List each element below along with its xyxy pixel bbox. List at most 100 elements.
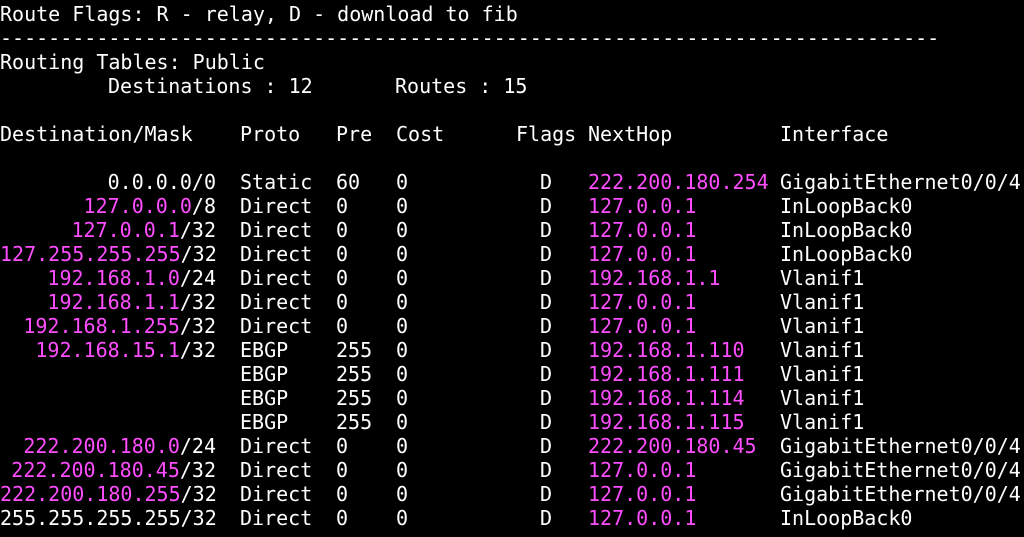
cost-cell: 0: [396, 170, 409, 194]
mask-length: /32: [179, 290, 216, 314]
destination-ip: 192.168.15.1: [35, 338, 180, 362]
flags-cell: D: [540, 170, 553, 194]
interface-cell: Vlanif1: [780, 314, 865, 338]
interface-cell: Vlanif1: [780, 266, 865, 290]
proto-cell: Direct: [240, 242, 313, 266]
flags-cell: D: [540, 266, 553, 290]
proto-cell: Direct: [240, 194, 313, 218]
cost-cell: 0: [396, 242, 409, 266]
pre-cell: 255: [336, 386, 373, 410]
proto-cell: EBGP: [240, 362, 289, 386]
nexthop-ip: 192.168.1.110: [588, 338, 745, 362]
cost-cell: 0: [396, 458, 409, 482]
cost-cell: 0: [396, 290, 409, 314]
destination-mask-cell: 127.255.255.255/32: [0, 242, 217, 266]
nexthop-ip: 192.168.1.115: [588, 410, 745, 434]
destination-ip: 192.168.1.0: [47, 266, 180, 290]
proto-cell: Direct: [240, 218, 313, 242]
table-row: 192.168.15.1/32 EBGP 255 0 D 192.168.1.110 Vla…: [0, 338, 1024, 362]
routes-count: Routes : 15: [395, 74, 528, 98]
flags-cell: D: [540, 338, 553, 362]
table-row: EBGP 255 0 D 192.168.1.111 Vlanif1: [0, 362, 1024, 386]
cost-cell: 0: [396, 362, 409, 386]
table-row: 192.168.1.0/24 Direct 0 0 D 192.168.1.1 Vlanif…: [0, 266, 1024, 290]
pre-cell: 0: [336, 266, 349, 290]
mask-length: /32: [179, 218, 216, 242]
destination-ip: 222.200.180.0: [23, 434, 180, 458]
flags-cell: D: [540, 194, 553, 218]
mask-length: /24: [179, 434, 216, 458]
proto-cell: Static: [240, 170, 313, 194]
cost-cell: 0: [396, 194, 409, 218]
table-row: 0.0.0.0/0 Static 60 0 D 222.200.180.254 Gigabi…: [0, 170, 1024, 194]
mask-length: /32: [180, 482, 217, 506]
proto-cell: Direct: [240, 482, 313, 506]
table-row: 127.255.255.255/32 Direct 0 0 D 127.0.0.1 InLo…: [0, 242, 1024, 266]
interface-cell: InLoopBack0: [780, 218, 913, 242]
interface-cell: Vlanif1: [780, 410, 865, 434]
nexthop-ip: 127.0.0.1: [588, 194, 697, 218]
mask-length: /32: [180, 506, 217, 530]
pre-cell: 0: [336, 434, 349, 458]
table-row: 255.255.255.255/32 Direct 0 0 D 127.0.0.1 InLo…: [0, 506, 1024, 530]
destination-mask-cell: 192.168.1.1/32: [0, 290, 216, 314]
flags-cell: D: [540, 482, 553, 506]
interface-cell: InLoopBack0: [780, 194, 913, 218]
proto-cell: EBGP: [240, 338, 289, 362]
separator-dashes: ----------------------------------------…: [0, 26, 940, 50]
cost-cell: 0: [396, 314, 409, 338]
destination-ip: 222.200.180.45: [11, 458, 180, 482]
nexthop-ip: 127.0.0.1: [588, 242, 697, 266]
nexthop-ip: 127.0.0.1: [588, 458, 697, 482]
destination-mask-cell: 192.168.1.255/32: [0, 314, 216, 338]
flags-cell: D: [540, 458, 553, 482]
terminal-window[interactable]: Route Flags: R - relay, D - download to …: [0, 0, 1024, 537]
interface-cell: Vlanif1: [780, 290, 865, 314]
interface-cell: InLoopBack0: [780, 506, 913, 530]
flags-cell: D: [540, 386, 553, 410]
destination-ip: 222.200.180.255: [0, 482, 181, 506]
table-row: 192.168.1.255/32 Direct 0 0 D 127.0.0.1 Vlanif…: [0, 314, 1024, 338]
interface-cell: GigabitEthernet0/0/4: [780, 458, 1021, 482]
interface-cell: Vlanif1: [780, 338, 865, 362]
column-header-row: Destination/Mask Proto Pre Cost Flags Ne…: [0, 122, 1024, 146]
destination-mask-cell: 127.0.0.0/8: [0, 194, 216, 218]
counts-line: Destinations : 12 Routes : 15: [0, 74, 1024, 98]
route-flags-text: Route Flags: R - relay, D - download to …: [0, 2, 518, 26]
destination-mask-cell: 255.255.255.255/32: [0, 506, 217, 530]
mask-length: /32: [180, 242, 217, 266]
table-row: 222.200.180.255/32 Direct 0 0 D 127.0.0.1 Giga…: [0, 482, 1024, 506]
proto-cell: Direct: [240, 458, 313, 482]
nexthop-ip: 192.168.1.1: [588, 266, 721, 290]
routing-tables-line: Routing Tables: Public: [0, 50, 1024, 74]
cost-cell: 0: [396, 506, 409, 530]
pre-cell: 0: [336, 314, 349, 338]
nexthop-ip: 222.200.180.254: [588, 170, 769, 194]
nexthop-ip: 127.0.0.1: [588, 314, 697, 338]
col-flags: Flags: [516, 122, 577, 146]
route-flags-line: Route Flags: R - relay, D - download to …: [0, 2, 1024, 26]
mask-length: /32: [179, 458, 216, 482]
mask-length: /32: [179, 314, 216, 338]
flags-cell: D: [540, 410, 553, 434]
mask-length: /32: [179, 338, 216, 362]
interface-cell: GigabitEthernet0/0/4: [780, 170, 1021, 194]
mask-length: /8: [191, 194, 216, 218]
cost-cell: 0: [396, 338, 409, 362]
pre-cell: 0: [336, 482, 349, 506]
interface-cell: Vlanif1: [780, 362, 865, 386]
nexthop-ip: 222.200.180.45: [588, 434, 757, 458]
nexthop-ip: 192.168.1.114: [588, 386, 745, 410]
table-row: 127.0.0.1/32 Direct 0 0 D 127.0.0.1 InLoopBack…: [0, 218, 1024, 242]
destination-mask-cell: 222.200.180.255/32: [0, 482, 217, 506]
cost-cell: 0: [396, 266, 409, 290]
col-pre: Pre: [336, 122, 373, 146]
separator-line: ----------------------------------------…: [0, 26, 1024, 50]
interface-cell: InLoopBack0: [780, 242, 913, 266]
pre-cell: 255: [336, 362, 373, 386]
mask-length: /0: [191, 170, 216, 194]
flags-cell: D: [540, 290, 553, 314]
table-row: 192.168.1.1/32 Direct 0 0 D 127.0.0.1 Vlanif1: [0, 290, 1024, 314]
cost-cell: 0: [396, 218, 409, 242]
destination-mask-cell: 192.168.15.1/32: [0, 338, 216, 362]
